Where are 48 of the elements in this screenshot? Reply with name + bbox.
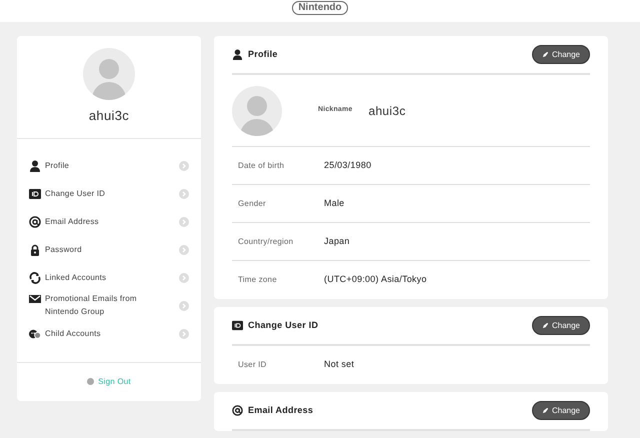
chevron-icon: [179, 328, 189, 338]
change-button[interactable]: Change: [532, 316, 590, 335]
section-title: Profile: [248, 48, 278, 61]
change-button[interactable]: Change: [532, 401, 590, 420]
menu-item[interactable]: Password: [45, 242, 145, 256]
field-label: Gender: [237, 198, 267, 210]
field-value: Male: [324, 196, 344, 210]
field-value: Not set: [324, 358, 354, 372]
person-icon: [29, 160, 41, 172]
logo[interactable]: Nintendo: [292, 1, 348, 15]
field-label: Date of birth: [237, 160, 286, 172]
child-face-icon: [29, 328, 41, 340]
chevron-icon: [179, 244, 189, 254]
lock-icon: [29, 244, 41, 256]
field-value: 25/03/1980: [324, 158, 372, 172]
id-card-icon: [29, 188, 41, 200]
change-button[interactable]: Change: [532, 45, 590, 64]
avatar-icon: [232, 86, 282, 136]
field-label: Country/region: [237, 236, 294, 248]
chevron-icon: [179, 272, 189, 282]
field-value: Japan: [324, 234, 350, 248]
nickname: ahui3c: [88, 107, 130, 125]
menu-item[interactable]: Linked Accounts: [45, 270, 145, 284]
chevron-icon: [179, 300, 189, 310]
id-card-icon: [232, 320, 243, 331]
pencil-icon: [542, 51, 549, 58]
field-label: Time zone: [237, 274, 278, 286]
menu-item[interactable]: Profile: [45, 158, 145, 172]
field-label: User ID: [237, 359, 268, 371]
menu-item[interactable]: Email Address: [45, 214, 145, 228]
menu-item[interactable]: Child Accounts: [45, 326, 145, 340]
field-value: (UTC+09:00) Asia/Tokyo: [324, 273, 427, 286]
at-sign-icon: [29, 216, 41, 228]
chevron-icon: [179, 188, 189, 198]
menu-item[interactable]: Promotional Emails from Nintendo Group: [45, 292, 145, 318]
person-icon: [232, 49, 243, 60]
pencil-icon: [542, 407, 549, 414]
envelope-icon: [29, 293, 41, 305]
section-title: Change User ID: [248, 318, 318, 332]
section-title: Email Address: [248, 404, 314, 417]
avatar-icon: [83, 48, 135, 100]
chevron-icon: [179, 160, 189, 170]
at-sign-icon: [232, 405, 243, 416]
pencil-icon: [542, 322, 549, 329]
menu-item[interactable]: Change User ID: [45, 186, 145, 200]
chevron-icon: [179, 216, 189, 226]
field-value: ahui3c: [368, 102, 406, 120]
sync-arrows-icon: [29, 272, 41, 284]
